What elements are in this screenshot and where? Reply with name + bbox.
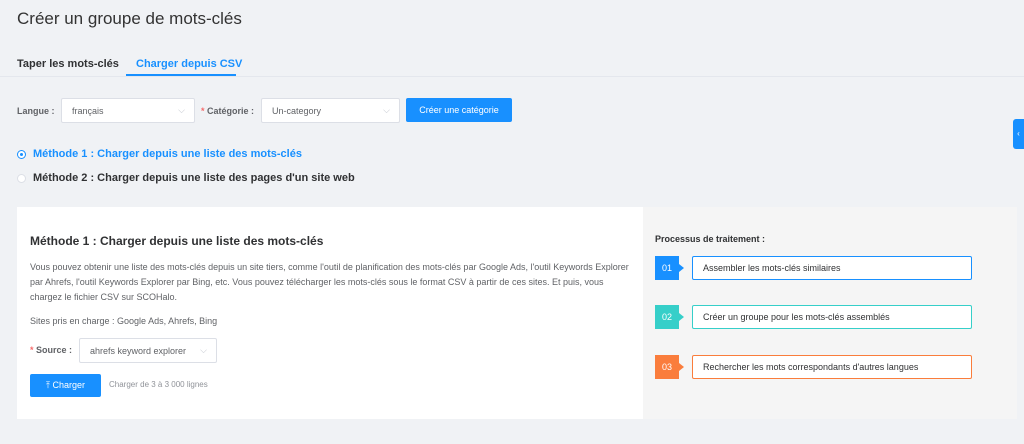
source-value: ahrefs keyword explorer [90,346,187,356]
source-label-text: Source : [36,345,73,355]
method-detail: Méthode 1 : Charger depuis une liste des… [17,207,643,419]
chevron-down-icon: ⌵ [383,105,390,115]
method-title: Méthode 1 : Charger depuis une liste des… [30,234,324,248]
step-number: 02 [655,305,684,329]
create-category-button[interactable]: Créer une catégorie [406,98,512,122]
radio-checked-icon [17,149,26,159]
method-2-label: Méthode 2 : Charger depuis une liste des… [33,172,355,184]
tab-upload-csv[interactable]: Charger depuis CSV [136,58,242,70]
category-label: * Catégorie : [201,106,254,116]
active-tab-indicator [126,74,236,76]
step-label: Créer un groupe pour les mots-clés assem… [692,305,972,329]
chevron-down-icon: ⌵ [178,105,185,115]
source-select[interactable]: ahrefs keyword explorer ⌵ [79,338,217,363]
language-select[interactable]: français ⌵ [61,98,195,123]
step-label: Rechercher les mots correspondants d'aut… [692,355,972,379]
category-select[interactable]: Un-category ⌵ [261,98,400,123]
upload-button[interactable]: ⤒ Charger [30,374,101,397]
supported-sites: Sites pris en charge : Google Ads, Ahref… [30,316,218,326]
tab-type-keywords[interactable]: Taper les mots-clés [17,58,119,70]
method-2-radio[interactable]: Méthode 2 : Charger depuis une liste des… [17,172,355,184]
step-number: 03 [655,355,684,379]
method-1-radio[interactable]: Méthode 1 : Charger depuis une liste des… [17,148,302,160]
method-panel: Méthode 1 : Charger depuis une liste des… [17,207,1017,419]
language-label: Langue : [17,106,55,116]
page-title: Créer un groupe de mots-clés [17,9,242,28]
upload-hint: Charger de 3 à 3 000 lignes [109,380,208,389]
step-number: 01 [655,256,684,280]
method-1-label: Méthode 1 : Charger depuis une liste des… [33,148,302,160]
step-label: Assembler les mots-clés similaires [692,256,972,280]
method-description: Vous pouvez obtenir une liste des mots-c… [30,262,629,302]
process-title: Processus de traitement : [655,234,766,244]
upload-button-label: Charger [52,380,85,390]
category-label-text: Catégorie : [207,106,255,116]
filter-row: Langue : français ⌵ * Catégorie : Un-cat… [0,96,1024,124]
category-value: Un-category [272,106,322,116]
tab-bar: Taper les mots-clés Charger depuis CSV [0,45,1024,77]
side-tab-icon[interactable]: ‹ [1013,119,1024,149]
process-panel: Processus de traitement : 01 Assembler l… [643,207,1017,419]
language-value: français [72,106,104,116]
radio-unchecked-icon [17,173,26,183]
chevron-down-icon: ⌵ [200,345,207,355]
source-label: * Source : [30,345,72,355]
